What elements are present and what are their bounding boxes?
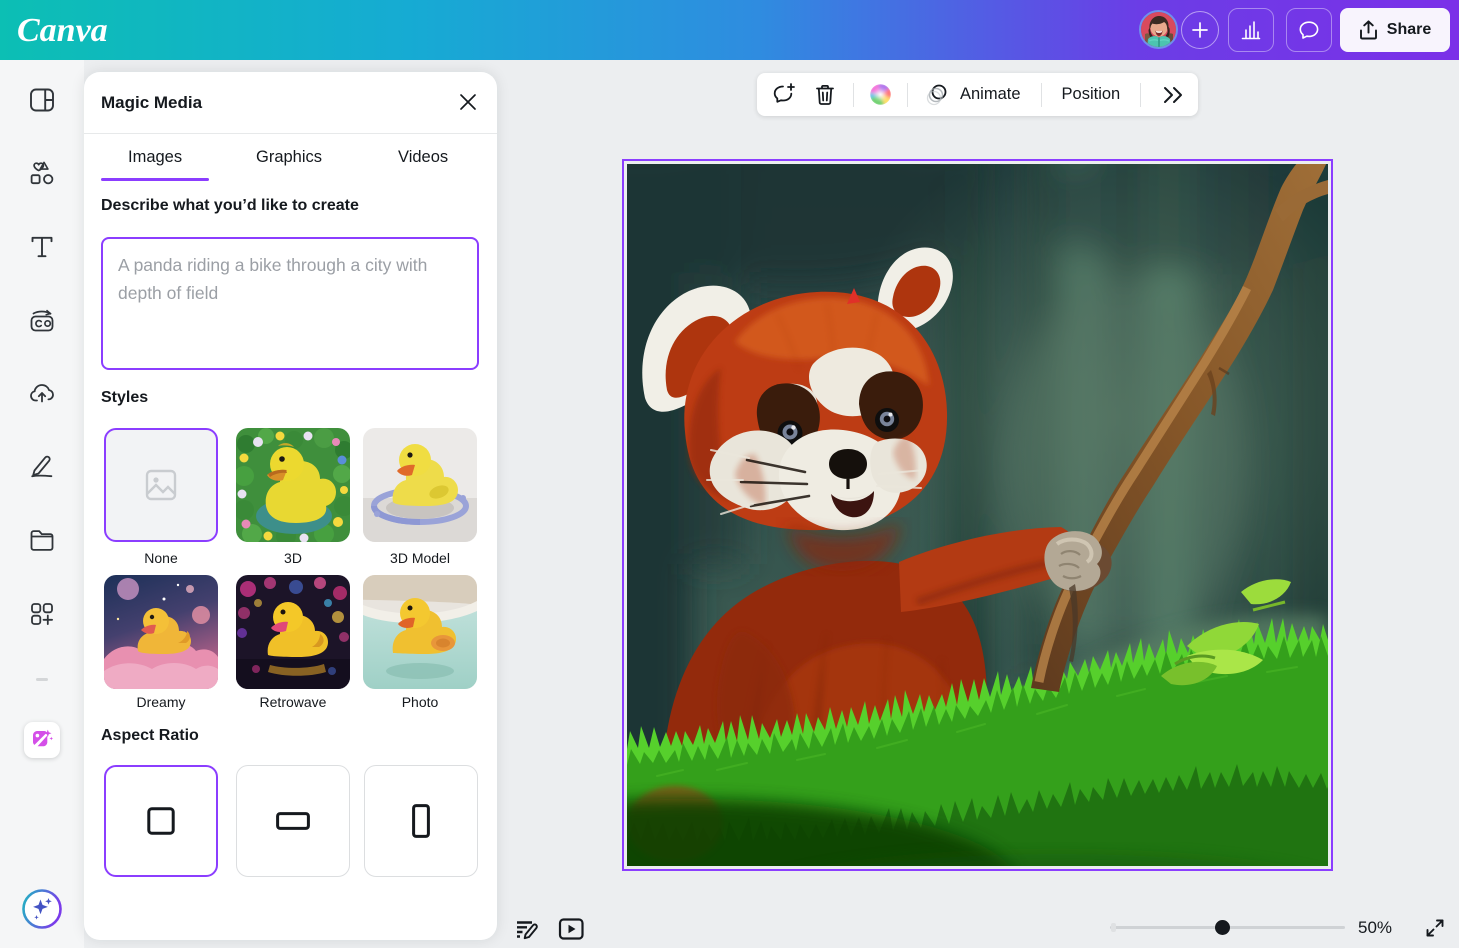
svg-text:Canva: Canva (17, 12, 108, 49)
